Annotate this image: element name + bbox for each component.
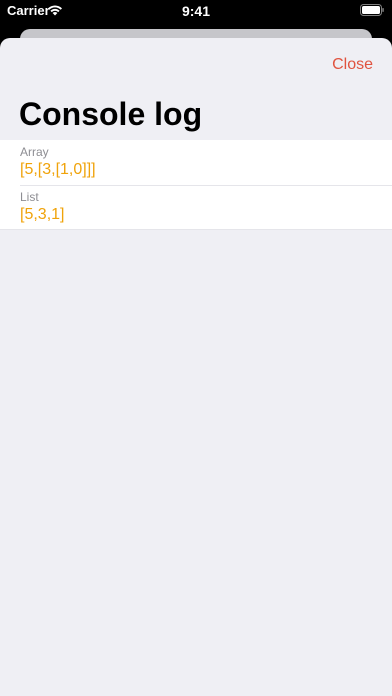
log-item-value: [5,3,1] — [20, 206, 65, 223]
log-item-label: List — [20, 190, 39, 204]
log-item-label: Array — [20, 145, 49, 159]
close-button[interactable]: Close — [332, 55, 373, 75]
page-title: Console log — [19, 96, 203, 132]
status-bar: Carrier 9:41 — [0, 0, 392, 26]
clock: 9:41 — [181, 3, 211, 19]
console-log-sheet: Close Console log Array [5,[3,[1,0]]] Li… — [0, 38, 392, 696]
log-list: Array [5,[3,[1,0]]] List [5,3,1] — [0, 140, 392, 230]
list-item: Array [5,[3,[1,0]]] — [0, 140, 392, 185]
battery-icon — [360, 3, 384, 16]
list-item: List [5,3,1] — [0, 185, 392, 230]
log-item-value: [5,[3,[1,0]]] — [20, 161, 96, 178]
